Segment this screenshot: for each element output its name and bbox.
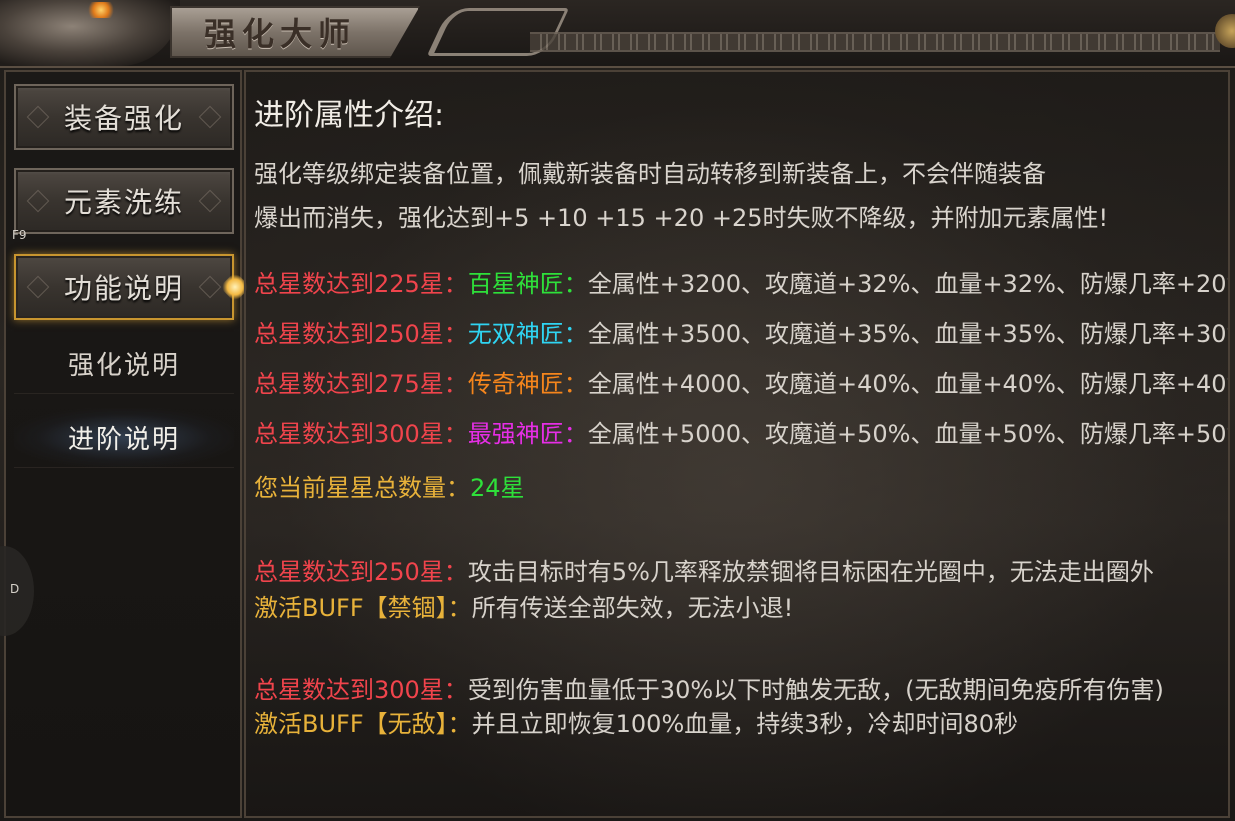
buff-effect: 攻击目标时有5%几率释放禁锢将目标困在光圈中，无法走出圈外 (467, 558, 1154, 586)
sub-item-advance-description[interactable]: 进阶说明 (14, 408, 234, 468)
nav-button-function-description[interactable]: 功能说明 (14, 254, 234, 320)
buff-activate: 激活BUFF【禁锢】： (254, 594, 472, 622)
section-heading: 进阶属性介绍: (254, 98, 445, 133)
hotkey-f9: F9 (12, 228, 27, 242)
buff-effect: 受到伤害血量低于30%以下时触发无敌，(无敌期间免疫所有伤害) (467, 676, 1164, 704)
tier-name: 无双神匠： (467, 320, 588, 348)
window-header: 强化大师 (0, 0, 1235, 68)
tier-requirement: 总星数达到250星： (254, 320, 468, 348)
buff-requirement: 总星数达到300星： (254, 676, 468, 704)
buff-effect-line: 总星数达到250星：攻击目标时有5%几率释放禁锢将目标困在光圈中，无法走出圈外 (254, 552, 1154, 587)
diamond-ornament-icon (198, 275, 222, 299)
diamond-ornament-icon (26, 105, 50, 129)
content-panel: 进阶属性介绍: 强化等级绑定装备位置，佩戴新装备时自动转移到新装备上，不会伴随装… (244, 70, 1230, 818)
buff-extra: 所有传送全部失效，无法小退! (471, 594, 794, 622)
buff-effect-line: 总星数达到300星：受到伤害血量低于30%以下时触发无敌，(无敌期间免疫所有伤害… (254, 670, 1164, 705)
nav-button-equipment-enhance[interactable]: 装备强化 (14, 84, 234, 150)
meander-border (530, 32, 1220, 52)
tier-name: 传奇神匠： (467, 370, 588, 398)
dragon-emblem-icon (0, 0, 180, 66)
tier-name: 百星神匠： (467, 270, 588, 298)
tier-stats: 全属性+4000、攻魔道+40%、血量+40%、防爆几率+40% (587, 370, 1230, 398)
tier-row: 总星数达到250星：无双神匠：全属性+3500、攻魔道+35%、血量+35%、防… (254, 314, 1230, 349)
tier-stats: 全属性+5000、攻魔道+50%、血量+50%、防爆几率+50% (587, 420, 1230, 448)
tier-stats: 全属性+3200、攻魔道+32%、血量+32%、防爆几率+20% (587, 270, 1230, 298)
tier-row: 总星数达到300星：最强神匠：全属性+5000、攻魔道+50%、血量+50%、防… (254, 414, 1230, 449)
tier-requirement: 总星数达到275星： (254, 370, 468, 398)
title-plate: 强化大师 (170, 6, 420, 58)
diamond-ornament-icon (198, 189, 222, 213)
tier-row: 总星数达到275星：传奇神匠：全属性+4000、攻魔道+40%、血量+40%、防… (254, 364, 1230, 399)
buff-activate-line: 激活BUFF【无敌】：并且立即恢复100%血量，持续3秒，冷却时间80秒 (254, 704, 1018, 739)
buff-activate: 激活BUFF【无敌】： (254, 710, 472, 738)
nav-button-element-refine[interactable]: 元素洗练 (14, 168, 234, 234)
tier-stats: 全属性+3500、攻魔道+35%、血量+35%、防爆几率+30% (587, 320, 1230, 348)
enhancement-master-window: 强化大师 装备强化 元素洗练 F9 功能说明 强化说明 进阶说明 D 进阶属性介… (0, 0, 1235, 821)
intro-line: 强化等级绑定装备位置，佩戴新装备时自动转移到新装备上，不会伴随装备 (254, 160, 1046, 188)
sub-item-enhance-description[interactable]: 强化说明 (14, 334, 234, 394)
buff-extra: 并且立即恢复100%血量，持续3秒，冷却时间80秒 (471, 710, 1019, 738)
tier-row: 总星数达到225星：百星神匠：全属性+3200、攻魔道+32%、血量+32%、防… (254, 264, 1230, 299)
star-count-value: 24星 (470, 474, 525, 502)
star-count-row: 您当前星星总数量：24星 (254, 468, 525, 503)
diamond-ornament-icon (26, 275, 50, 299)
intro-line: 爆出而消失，强化达到+5 +10 +15 +20 +25时失败不降级，并附加元素… (254, 204, 1109, 232)
sidebar: 装备强化 元素洗练 F9 功能说明 强化说明 进阶说明 (4, 70, 242, 818)
buff-requirement: 总星数达到250星： (254, 558, 468, 586)
nav-button-label: 装备强化 (63, 102, 184, 135)
dragon-eye-glow (86, 2, 116, 18)
tier-requirement: 总星数达到300星： (254, 420, 468, 448)
star-count-label: 您当前星星总数量： (254, 474, 470, 502)
hotkey-d: D (10, 582, 20, 596)
nav-button-label: 元素洗练 (63, 186, 184, 219)
nav-button-label: 功能说明 (63, 272, 184, 305)
window-title: 强化大师 (204, 15, 357, 53)
buff-activate-line: 激活BUFF【禁锢】：所有传送全部失效，无法小退! (254, 588, 793, 623)
diamond-ornament-icon (198, 105, 222, 129)
tier-name: 最强神匠： (467, 420, 588, 448)
tier-requirement: 总星数达到225星： (254, 270, 468, 298)
diamond-ornament-icon (26, 189, 50, 213)
